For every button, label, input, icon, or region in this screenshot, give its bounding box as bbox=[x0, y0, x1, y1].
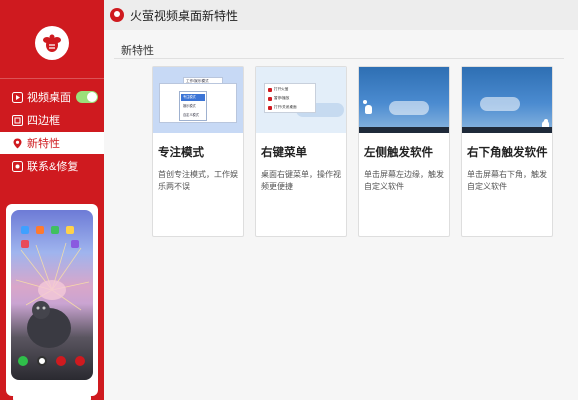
firefly-app-icon bbox=[56, 356, 66, 366]
trigger-glow-icon bbox=[363, 100, 367, 104]
focus-mode-thumbnail: 工作/娱乐模式 专注模式 娱乐模式 自定义模式 bbox=[153, 67, 243, 133]
sidebar-item-label: 联系&修复 bbox=[27, 161, 79, 173]
thumb-menu: 专注模式 娱乐模式 自定义模式 bbox=[179, 91, 207, 121]
left-trigger-thumbnail bbox=[359, 67, 449, 133]
app-icon bbox=[21, 226, 29, 234]
sidebar-item-contact-repair[interactable]: 联系&修复 bbox=[0, 155, 104, 177]
sidebar: 视频桌面 四边框 新特性 联系&修复 bbox=[0, 0, 104, 400]
frame-icon bbox=[12, 114, 23, 126]
camera-icon bbox=[37, 356, 47, 366]
title-bar: 火萤视频桌面新特性 bbox=[104, 0, 578, 30]
section-divider bbox=[114, 58, 564, 59]
card-title: 右下角触发软件 bbox=[467, 147, 548, 159]
phone-preview bbox=[11, 210, 93, 380]
firefly-logo-icon bbox=[35, 26, 69, 60]
card-description: 单击屏幕右下角，触发自定义软件 bbox=[467, 170, 547, 191]
sidebar-item-label: 视频桌面 bbox=[27, 92, 71, 104]
sidebar-item-video-desktop[interactable]: 视频桌面 bbox=[0, 86, 104, 108]
preview-button[interactable] bbox=[13, 393, 91, 400]
card-title: 右键菜单 bbox=[261, 147, 307, 159]
feature-card-bottom-right-trigger[interactable]: 右下角触发软件 单击屏幕右下角，触发自定义软件 bbox=[461, 66, 553, 237]
context-menu-thumbnail: 打开火萤 暂停/播放 打开/关闭桌面 bbox=[256, 67, 346, 133]
sidebar-item-four-border[interactable]: 四边框 bbox=[0, 109, 104, 131]
phone-call-icon bbox=[18, 356, 28, 366]
location-icon bbox=[12, 138, 23, 149]
thumb-cloud bbox=[389, 101, 429, 115]
thumb-menu-item: 专注模式 bbox=[181, 94, 205, 101]
card-title: 专注模式 bbox=[158, 147, 204, 159]
app-icon bbox=[51, 226, 59, 234]
feature-card-context-menu[interactable]: 打开火萤 暂停/播放 打开/关闭桌面 右键菜单 桌面右键菜单，操作视频更便捷 bbox=[255, 66, 347, 237]
card-title: 左侧触发软件 bbox=[364, 147, 433, 159]
feature-card-focus-mode[interactable]: 工作/娱乐模式 专注模式 娱乐模式 自定义模式 专注模式 首创专注模式，工作娱乐… bbox=[152, 66, 244, 237]
contact-icon bbox=[12, 160, 23, 172]
thumb-context-menu: 打开火萤 暂停/播放 打开/关闭桌面 bbox=[264, 83, 316, 113]
thumb-menu-item: 打开火萤 bbox=[268, 87, 288, 92]
card-description: 单击屏幕左边缘，触发自定义软件 bbox=[364, 170, 444, 191]
card-description: 首创专注模式，工作娱乐两不误 bbox=[158, 170, 238, 191]
app-window: 视频桌面 四边框 新特性 联系&修复 火萤视频桌面新特性 新特性 工作/娱乐模式… bbox=[0, 0, 578, 400]
thumb-taskbar bbox=[462, 127, 552, 133]
app-icon bbox=[21, 240, 29, 248]
window-title: 火萤视频桌面新特性 bbox=[130, 8, 239, 23]
firefly-app-icon bbox=[75, 356, 85, 366]
thumb-menu-item: 打开/关闭桌面 bbox=[268, 105, 297, 110]
app-icon bbox=[36, 226, 44, 234]
wallpaper-image bbox=[15, 242, 90, 348]
thumb-menu-item: 暂停/播放 bbox=[268, 96, 289, 101]
sidebar-item-label: 新特性 bbox=[27, 138, 60, 150]
play-icon bbox=[12, 91, 23, 103]
thumb-taskbar bbox=[359, 127, 449, 133]
bottom-right-trigger-thumbnail bbox=[462, 67, 552, 133]
sidebar-item-new-features[interactable]: 新特性 bbox=[0, 132, 104, 154]
thumb-menu-item: 自定义模式 bbox=[183, 113, 199, 117]
app-icon bbox=[71, 240, 79, 248]
sidebar-divider bbox=[0, 78, 104, 79]
app-icon bbox=[66, 226, 74, 234]
card-description: 桌面右键菜单，操作视频更便捷 bbox=[261, 170, 341, 191]
main-panel: 火萤视频桌面新特性 新特性 工作/娱乐模式 专注模式 娱乐模式 自定义模式 专注… bbox=[104, 0, 578, 400]
feature-card-left-trigger[interactable]: 左侧触发软件 单击屏幕左边缘，触发自定义软件 bbox=[358, 66, 450, 237]
video-desktop-toggle[interactable] bbox=[76, 91, 98, 103]
thumb-cloud bbox=[480, 97, 520, 111]
hand-pointer-icon bbox=[365, 105, 372, 114]
section-title: 新特性 bbox=[121, 45, 154, 57]
sidebar-item-label: 四边框 bbox=[27, 115, 60, 127]
app-logo-icon bbox=[110, 8, 124, 22]
thumb-select: 工作/娱乐模式 bbox=[183, 77, 223, 84]
thumb-menu-item: 娱乐模式 bbox=[183, 104, 196, 108]
